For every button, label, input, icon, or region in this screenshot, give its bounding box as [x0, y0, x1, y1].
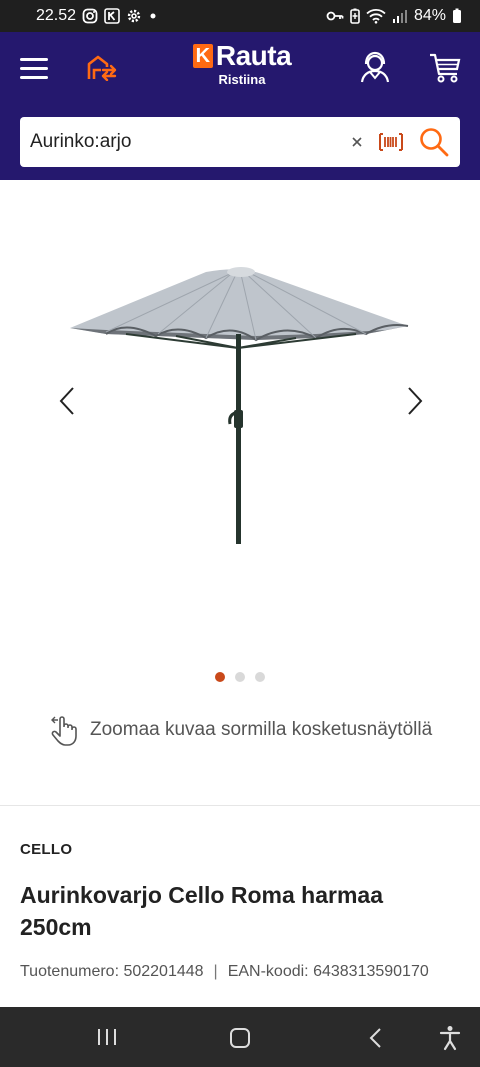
product-number: Tuotenumero: 502201448 — [20, 963, 204, 980]
gallery-dot-3[interactable] — [255, 672, 265, 682]
settings-icon — [127, 9, 141, 23]
status-left: 22.52 — [36, 7, 158, 25]
store-name: Ristiina — [218, 72, 266, 87]
status-time: 22.52 — [36, 7, 77, 24]
status-right: 84% — [326, 7, 462, 25]
battery-saver-icon — [350, 8, 360, 24]
meta-separator: | — [213, 963, 218, 980]
instagram-icon — [82, 8, 98, 24]
menu-icon-line — [20, 76, 48, 79]
recent-apps-icon[interactable] — [96, 1028, 118, 1046]
signal-icon — [392, 10, 407, 23]
chevron-right-icon[interactable] — [402, 386, 426, 416]
account-button[interactable] — [358, 50, 392, 89]
menu-button[interactable] — [20, 56, 50, 80]
search-input[interactable] — [20, 117, 346, 167]
search-box — [20, 117, 460, 167]
logo-k: K — [192, 44, 213, 68]
system-nav-bar — [0, 1007, 480, 1067]
accessibility-icon[interactable] — [439, 1025, 461, 1051]
k-app-icon — [104, 8, 120, 24]
store-switch-button[interactable] — [86, 53, 118, 86]
battery-percent: 84% — [413, 7, 446, 24]
app-header: K Rauta Ristiina — [0, 32, 480, 180]
product-ean: EAN-koodi: 6438313590170 — [227, 963, 429, 980]
logo-row: K Rauta — [184, 42, 300, 70]
cart-icon — [430, 53, 461, 83]
divider — [0, 805, 480, 806]
gallery-pagination — [0, 672, 480, 682]
back-icon[interactable] — [367, 1027, 383, 1049]
product-gallery[interactable] — [0, 180, 480, 700]
k-rauta-logo[interactable]: K Rauta Ristiina — [184, 42, 300, 92]
home-icon[interactable] — [229, 1027, 251, 1049]
cart-button[interactable] — [428, 52, 462, 89]
store-switch-icon — [87, 55, 117, 82]
parasol-icon — [70, 267, 409, 544]
logo-word: Rauta — [215, 40, 292, 71]
gallery-dot-1[interactable] — [215, 672, 225, 682]
barcode-icon[interactable] — [378, 131, 404, 153]
dot-icon — [150, 13, 156, 19]
product-brand[interactable]: CELLO — [20, 841, 72, 858]
status-bar: 22.52 84% — [0, 0, 480, 32]
zoom-hint-text: Zoomaa kuvaa sormilla kosketusnäytöllä — [90, 719, 433, 740]
menu-icon-line — [20, 58, 48, 61]
battery-icon — [453, 8, 461, 23]
customer-service-icon — [360, 51, 390, 83]
product-title: Aurinkovarjo Cello Roma harmaa 250cm — [20, 882, 383, 940]
product-meta: Tuotenumero: 502201448 | EAN-koodi: 6438… — [20, 963, 429, 981]
vpn-key-icon — [326, 11, 344, 21]
gallery-dot-2[interactable] — [235, 672, 245, 682]
menu-icon-line — [20, 67, 48, 70]
wifi-icon — [366, 9, 386, 24]
close-icon[interactable] — [346, 131, 368, 153]
search-icon[interactable] — [418, 126, 450, 158]
zoom-hint: Zoomaa kuvaa sormilla kosketusnäytöllä — [50, 714, 432, 746]
touch-gesture-icon — [51, 716, 77, 746]
